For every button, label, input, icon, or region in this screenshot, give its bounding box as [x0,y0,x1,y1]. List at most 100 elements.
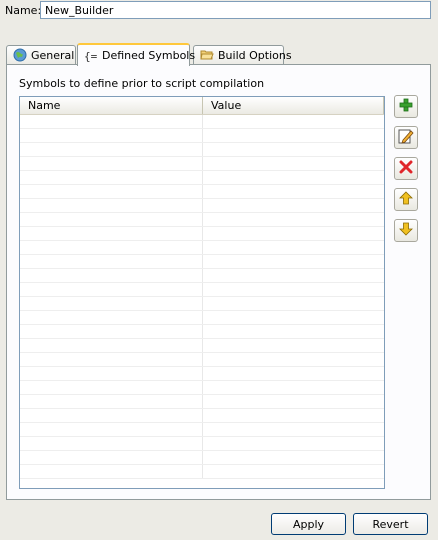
table-row[interactable] [20,199,384,213]
symbol-value-cell[interactable] [203,367,384,380]
symbol-name-cell[interactable] [20,325,203,338]
symbol-name-cell[interactable] [20,409,203,422]
symbol-value-cell[interactable] [203,381,384,394]
table-row[interactable] [20,241,384,255]
column-header-name[interactable]: Name [20,97,203,114]
symbol-name-cell[interactable] [20,395,203,408]
symbol-value-cell[interactable] [203,171,384,184]
table-row[interactable] [20,227,384,241]
symbol-value-cell[interactable] [203,409,384,422]
symbol-name-cell[interactable] [20,171,203,184]
table-row[interactable] [20,465,384,479]
symbol-name-cell[interactable] [20,269,203,282]
symbol-name-cell[interactable] [20,115,203,128]
table-row[interactable] [20,395,384,409]
symbol-value-cell[interactable] [203,339,384,352]
symbols-table[interactable]: Name Value [19,96,385,489]
symbol-name-cell[interactable] [20,339,203,352]
symbol-name-cell[interactable] [20,227,203,240]
tab-general[interactable]: General [6,45,76,64]
symbol-value-cell[interactable] [203,465,384,478]
table-row[interactable] [20,185,384,199]
table-row[interactable] [20,255,384,269]
symbol-value-cell[interactable] [203,115,384,128]
symbol-value-cell[interactable] [203,353,384,366]
symbol-name-cell[interactable] [20,185,203,198]
symbol-name-cell[interactable] [20,129,203,142]
symbol-name-cell[interactable] [20,157,203,170]
symbol-value-cell[interactable] [203,395,384,408]
defined-symbols-panel: Symbols to define prior to script compil… [6,64,431,500]
symbol-name-cell[interactable] [20,353,203,366]
symbol-name-cell[interactable] [20,381,203,394]
table-row[interactable] [20,129,384,143]
symbol-value-cell[interactable] [203,199,384,212]
tab-build-options-label: Build Options [218,48,292,62]
symbol-value-cell[interactable] [203,241,384,254]
table-row[interactable] [20,409,384,423]
apply-button[interactable]: Apply [271,513,346,535]
symbol-name-cell[interactable] [20,465,203,478]
symbol-name-cell[interactable] [20,213,203,226]
symbol-value-cell[interactable] [203,185,384,198]
symbol-value-cell[interactable] [203,255,384,268]
column-header-value[interactable]: Value [203,97,384,114]
name-input[interactable] [40,1,431,19]
table-row[interactable] [20,353,384,367]
symbol-name-cell[interactable] [20,297,203,310]
red-x-icon [399,160,413,177]
tab-defined-symbols-label: Defined Symbols [102,49,196,62]
symbol-value-cell[interactable] [203,451,384,464]
tab-build-options[interactable]: Build Options [193,45,292,64]
symbol-value-cell[interactable] [203,423,384,436]
pencil-icon [398,128,414,147]
plus-icon [399,98,413,115]
symbol-value-cell[interactable] [203,157,384,170]
symbol-name-cell[interactable] [20,283,203,296]
table-row[interactable] [20,437,384,451]
symbol-name-cell[interactable] [20,241,203,254]
table-row[interactable] [20,451,384,465]
symbol-value-cell[interactable] [203,269,384,282]
symbol-value-cell[interactable] [203,325,384,338]
table-row[interactable] [20,367,384,381]
move-down-button[interactable] [394,219,418,242]
table-row[interactable] [20,339,384,353]
table-row[interactable] [20,423,384,437]
revert-button[interactable]: Revert [353,513,428,535]
table-row[interactable] [20,297,384,311]
table-row[interactable] [20,143,384,157]
symbol-value-cell[interactable] [203,297,384,310]
remove-symbol-button[interactable] [394,157,418,180]
table-row[interactable] [20,311,384,325]
table-row[interactable] [20,213,384,227]
tab-defined-symbols[interactable]: {=} Defined Symbols [77,43,195,66]
table-row[interactable] [20,171,384,185]
edit-symbol-button[interactable] [394,126,418,149]
table-body [20,115,384,488]
globe-icon [13,48,27,62]
table-row[interactable] [20,325,384,339]
table-row[interactable] [20,283,384,297]
table-row[interactable] [20,381,384,395]
add-symbol-button[interactable] [394,95,418,118]
symbol-name-cell[interactable] [20,199,203,212]
table-row[interactable] [20,115,384,129]
symbol-name-cell[interactable] [20,423,203,436]
symbol-name-cell[interactable] [20,255,203,268]
symbol-name-cell[interactable] [20,367,203,380]
symbol-value-cell[interactable] [203,283,384,296]
symbol-name-cell[interactable] [20,311,203,324]
table-row[interactable] [20,157,384,171]
symbol-value-cell[interactable] [203,311,384,324]
symbol-value-cell[interactable] [203,227,384,240]
symbol-value-cell[interactable] [203,437,384,450]
symbol-name-cell[interactable] [20,437,203,450]
move-up-button[interactable] [394,188,418,211]
symbol-value-cell[interactable] [203,129,384,142]
symbol-value-cell[interactable] [203,143,384,156]
symbol-value-cell[interactable] [203,213,384,226]
symbol-name-cell[interactable] [20,143,203,156]
table-row[interactable] [20,269,384,283]
symbol-name-cell[interactable] [20,451,203,464]
